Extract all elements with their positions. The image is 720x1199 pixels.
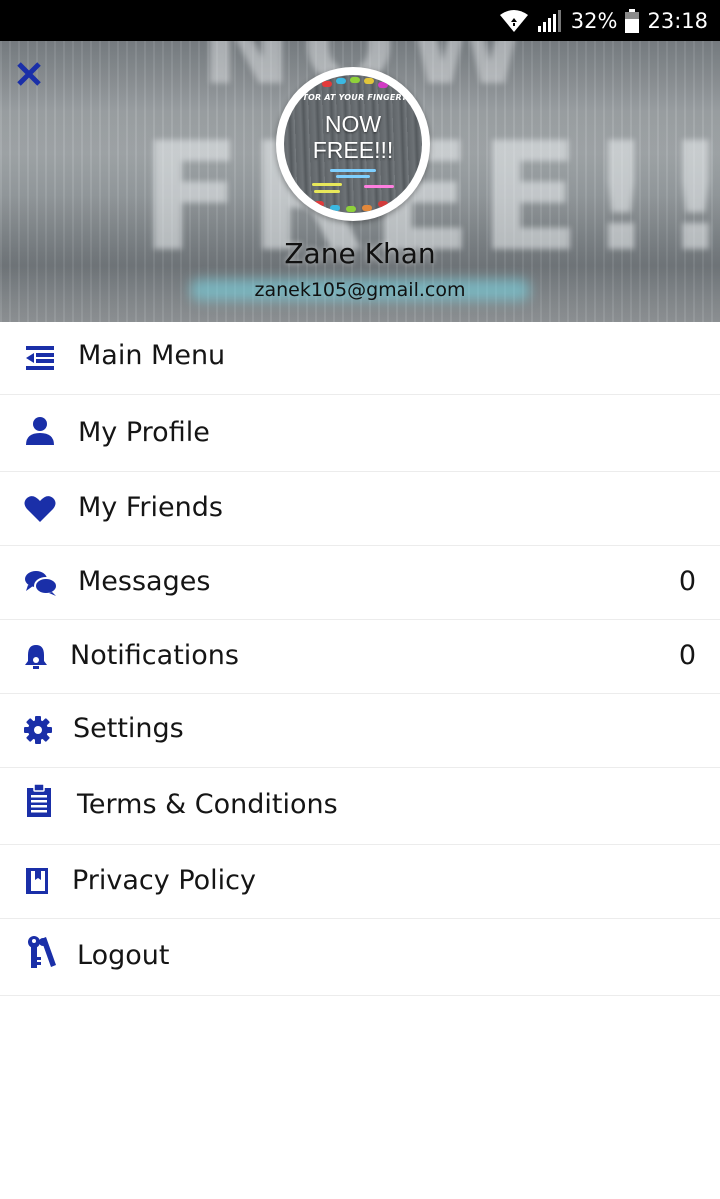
menu-item-label: Settings bbox=[73, 713, 184, 744]
menu-item-label: My Friends bbox=[78, 492, 223, 523]
heart-icon bbox=[24, 494, 56, 524]
avatar-line-2: FREE!!! bbox=[312, 137, 394, 163]
wifi-icon bbox=[499, 9, 529, 33]
avatar[interactable]: UTOR AT YOUR FINGERTI NOW FREE!!! bbox=[276, 67, 430, 221]
menu-item-label: Notifications bbox=[70, 640, 239, 671]
menu-item-label: Terms & Conditions bbox=[77, 789, 338, 820]
user-icon bbox=[24, 415, 56, 447]
menu-item-my-friends[interactable]: My Friends bbox=[0, 472, 720, 546]
menu-item-settings[interactable]: Settings bbox=[0, 694, 720, 768]
avatar-line-1: NOW bbox=[324, 111, 382, 137]
menu-item-notifications[interactable]: Notifications 0 bbox=[0, 620, 720, 694]
gear-icon bbox=[24, 716, 52, 744]
user-name: Zane Khan bbox=[284, 237, 436, 270]
menu-item-my-profile[interactable]: My Profile bbox=[0, 395, 720, 472]
menu-item-privacy-policy[interactable]: Privacy Policy bbox=[0, 845, 720, 919]
status-bar: 32% 23:18 bbox=[0, 0, 720, 41]
user-email: zanek105@gmail.com bbox=[254, 279, 466, 301]
menu-item-messages[interactable]: Messages 0 bbox=[0, 546, 720, 620]
avatar-small-text bbox=[312, 169, 396, 199]
close-button[interactable] bbox=[14, 59, 44, 89]
battery-icon bbox=[625, 8, 640, 33]
messages-count: 0 bbox=[678, 566, 696, 597]
notifications-count: 0 bbox=[678, 640, 696, 671]
menu-item-terms-conditions[interactable]: Terms & Conditions bbox=[0, 768, 720, 845]
keys-icon bbox=[25, 935, 57, 971]
clock: 23:18 bbox=[647, 8, 708, 33]
book-icon bbox=[25, 867, 49, 895]
indent-list-icon bbox=[24, 342, 56, 374]
bell-icon bbox=[24, 644, 48, 670]
menu-item-label: Logout bbox=[77, 940, 170, 971]
menu-item-main-menu[interactable]: Main Menu bbox=[0, 322, 720, 395]
menu-item-label: Messages bbox=[78, 566, 211, 597]
clipboard-icon bbox=[26, 784, 52, 818]
avatar-image: UTOR AT YOUR FINGERTI NOW FREE!!! bbox=[284, 75, 422, 213]
drawer-menu: Main Menu My Profile My Friends Messages… bbox=[0, 322, 720, 996]
chat-bubbles-icon bbox=[24, 568, 58, 598]
drawer-header: NOW FREE!!! UTOR AT YOUR FINGERTI NOW FR… bbox=[0, 41, 720, 322]
menu-item-logout[interactable]: Logout bbox=[0, 919, 720, 996]
signal-icon bbox=[537, 9, 563, 33]
menu-item-label: Privacy Policy bbox=[72, 865, 257, 896]
menu-item-label: My Profile bbox=[78, 417, 210, 448]
avatar-banner-text: UTOR AT YOUR FINGERTI bbox=[295, 93, 411, 102]
battery-percent: 32% bbox=[570, 8, 618, 33]
close-icon bbox=[17, 62, 41, 86]
menu-item-label: Main Menu bbox=[78, 340, 226, 371]
